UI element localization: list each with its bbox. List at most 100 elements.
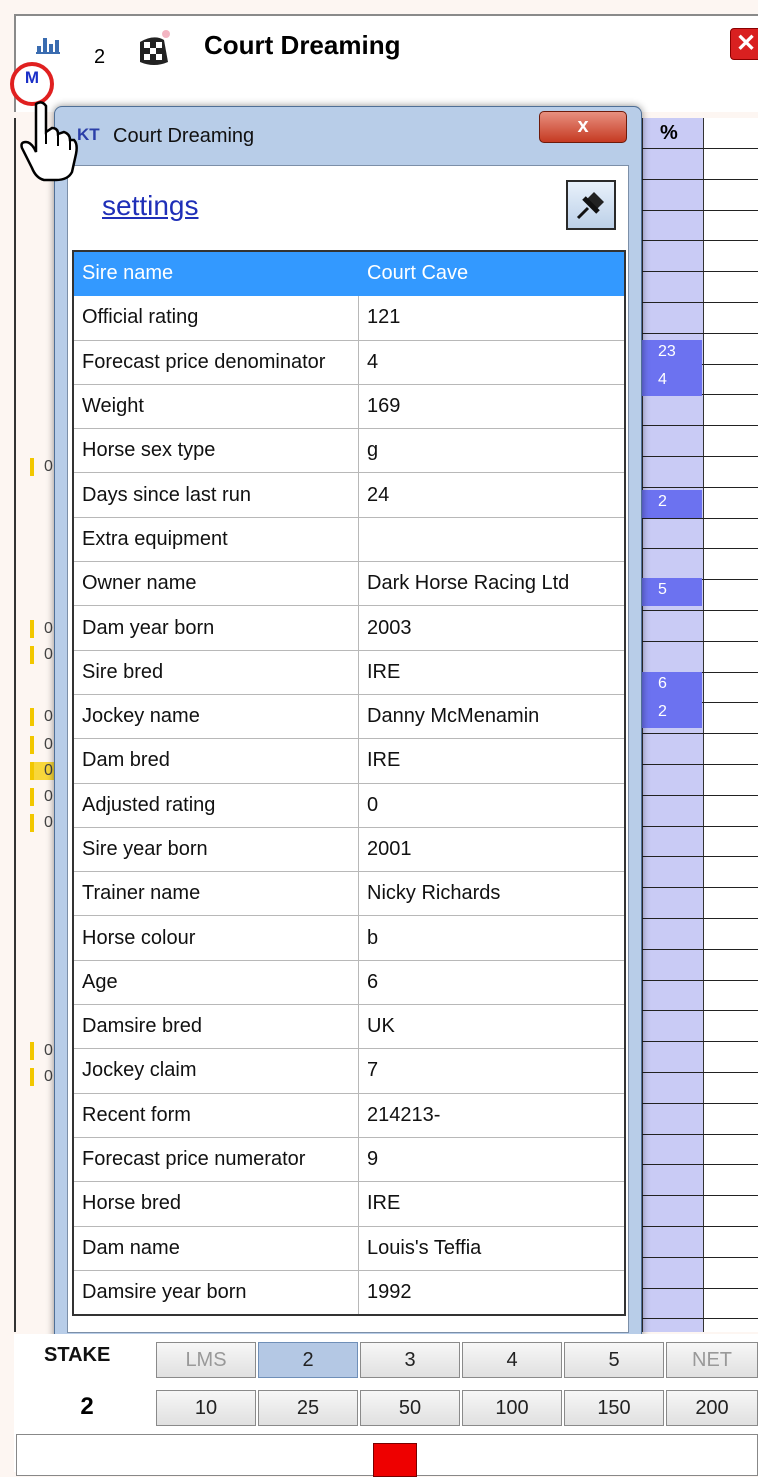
pushpin-icon [576,192,604,220]
property-value: 214213- [358,1092,626,1138]
property-key: Owner name [72,561,359,607]
close-runner-button[interactable]: ✕ [730,28,758,60]
property-key: Adjusted rating [72,782,359,828]
property-row[interactable]: Official rating 121 [72,295,626,341]
property-key: Damsire year born [72,1269,359,1316]
property-row[interactable]: Forecast price denominator 4 [72,339,626,385]
stake-100-button[interactable]: 100 [462,1390,562,1426]
stake-2-button[interactable]: 2 [258,1342,358,1378]
property-key: Jockey claim [72,1048,359,1094]
property-key: Damsire bred [72,1004,359,1050]
race-header: 2 Court Dreaming ✕ [14,14,758,112]
property-key: Horse bred [72,1181,359,1227]
stake-5-button[interactable]: 5 [564,1342,664,1378]
grid-line [642,1164,758,1165]
grid-line [642,456,758,457]
property-value: 4 [358,339,626,385]
property-row[interactable]: Horse bred IRE [72,1181,626,1227]
grid-line [642,949,758,950]
property-key: Forecast price numerator [72,1136,359,1183]
property-row[interactable]: Dam year born 2003 [72,605,626,651]
property-row[interactable]: Trainer name Nicky Richards [72,871,626,917]
property-row[interactable]: Dam bred IRE [72,738,626,784]
property-row[interactable]: Damsire year born 1992 [72,1269,626,1316]
property-row[interactable]: Weight 169 [72,383,626,430]
settings-link[interactable]: settings [102,190,199,222]
property-key: Trainer name [72,871,359,917]
bar-chart-icon[interactable] [36,34,60,54]
grid-line [642,1257,758,1258]
grid-line [642,487,758,488]
grid-line [642,548,758,549]
pin-button[interactable] [566,180,616,230]
property-row[interactable]: Sire name Court Cave [72,250,626,297]
property-value: Danny McMenamin [358,693,626,740]
property-row[interactable]: Jockey claim 7 [72,1048,626,1094]
stake-200-button[interactable]: 200 [666,1390,758,1426]
stake-25-button[interactable]: 25 [258,1390,358,1426]
property-key: Dam name [72,1225,359,1271]
window-title: Court Dreaming [113,125,255,147]
grid-line [642,887,758,888]
property-row[interactable]: Owner name Dark Horse Racing Ltd [72,561,626,607]
grid-line [642,1134,758,1135]
grid-line [642,1226,758,1227]
window-close-button[interactable]: x [539,111,627,143]
property-value: 2001 [358,826,626,873]
property-key: Age [72,959,359,1006]
stake-50-button[interactable]: 50 [360,1390,460,1426]
property-key: Sire name [72,250,359,297]
property-row[interactable]: Dam name Louis's Teffia [72,1225,626,1271]
property-key: Forecast price denominator [72,339,359,385]
grid-line [642,271,758,272]
property-row[interactable]: Recent form 214213- [72,1092,626,1138]
property-row[interactable]: Damsire bred UK [72,1004,626,1050]
property-value: Court Cave [358,250,626,297]
property-row[interactable]: Forecast price numerator 9 [72,1136,626,1183]
property-row[interactable]: Jockey name Danny McMenamin [72,693,626,740]
property-row[interactable]: Sire year born 2001 [72,826,626,873]
pct-cell: 5 [642,578,702,606]
stake-3-button[interactable]: 3 [360,1342,460,1378]
grid-line [642,425,758,426]
pct-cell: 2 [642,700,702,728]
grid-line [642,641,758,642]
property-value: 9 [358,1136,626,1183]
stake-value[interactable]: 2 [22,1388,152,1426]
property-row[interactable]: Age 6 [72,959,626,1006]
stake-label: STAKE [44,1344,111,1366]
grid-line [642,1010,758,1011]
property-key: Recent form [72,1092,359,1138]
stake-net-button[interactable]: NET [666,1342,758,1378]
property-row[interactable]: Horse colour b [72,915,626,961]
pct-cell: 2 [642,490,702,518]
property-value: 6 [358,959,626,1006]
property-row[interactable]: Adjusted rating 0 [72,782,626,828]
property-row[interactable]: Sire bred IRE [72,649,626,695]
stake-4-button[interactable]: 4 [462,1342,562,1378]
property-key: Dam year born [72,605,359,651]
m-marker-label: M [24,68,40,87]
hand-cursor-icon [20,101,78,182]
kt-app-icon: KT [77,125,100,144]
property-value: 121 [358,295,626,341]
grid-line [642,733,758,734]
property-value: 2003 [358,605,626,651]
window-titlebar[interactable]: KT Court Dreaming x [55,107,641,163]
stake-10-button[interactable]: 10 [156,1390,256,1426]
property-row[interactable]: Horse sex type g [72,428,626,474]
property-key: Days since last run [72,472,359,518]
grid-line [642,148,758,149]
property-row[interactable]: Days since last run 24 [72,472,626,518]
grid-line [642,610,758,611]
grid-line [642,918,758,919]
stake-lms-button[interactable]: LMS [156,1342,256,1378]
property-value: g [358,428,626,474]
stake-150-button[interactable]: 150 [564,1390,664,1426]
grid-line [642,795,758,796]
runner-number: 2 [94,46,106,68]
pct-cell: 23 [642,340,702,368]
property-value: Nicky Richards [358,871,626,917]
property-row[interactable]: Extra equipment [72,516,626,563]
properties-table: Sire name Court Cave Official rating 121 For… [72,250,626,1317]
